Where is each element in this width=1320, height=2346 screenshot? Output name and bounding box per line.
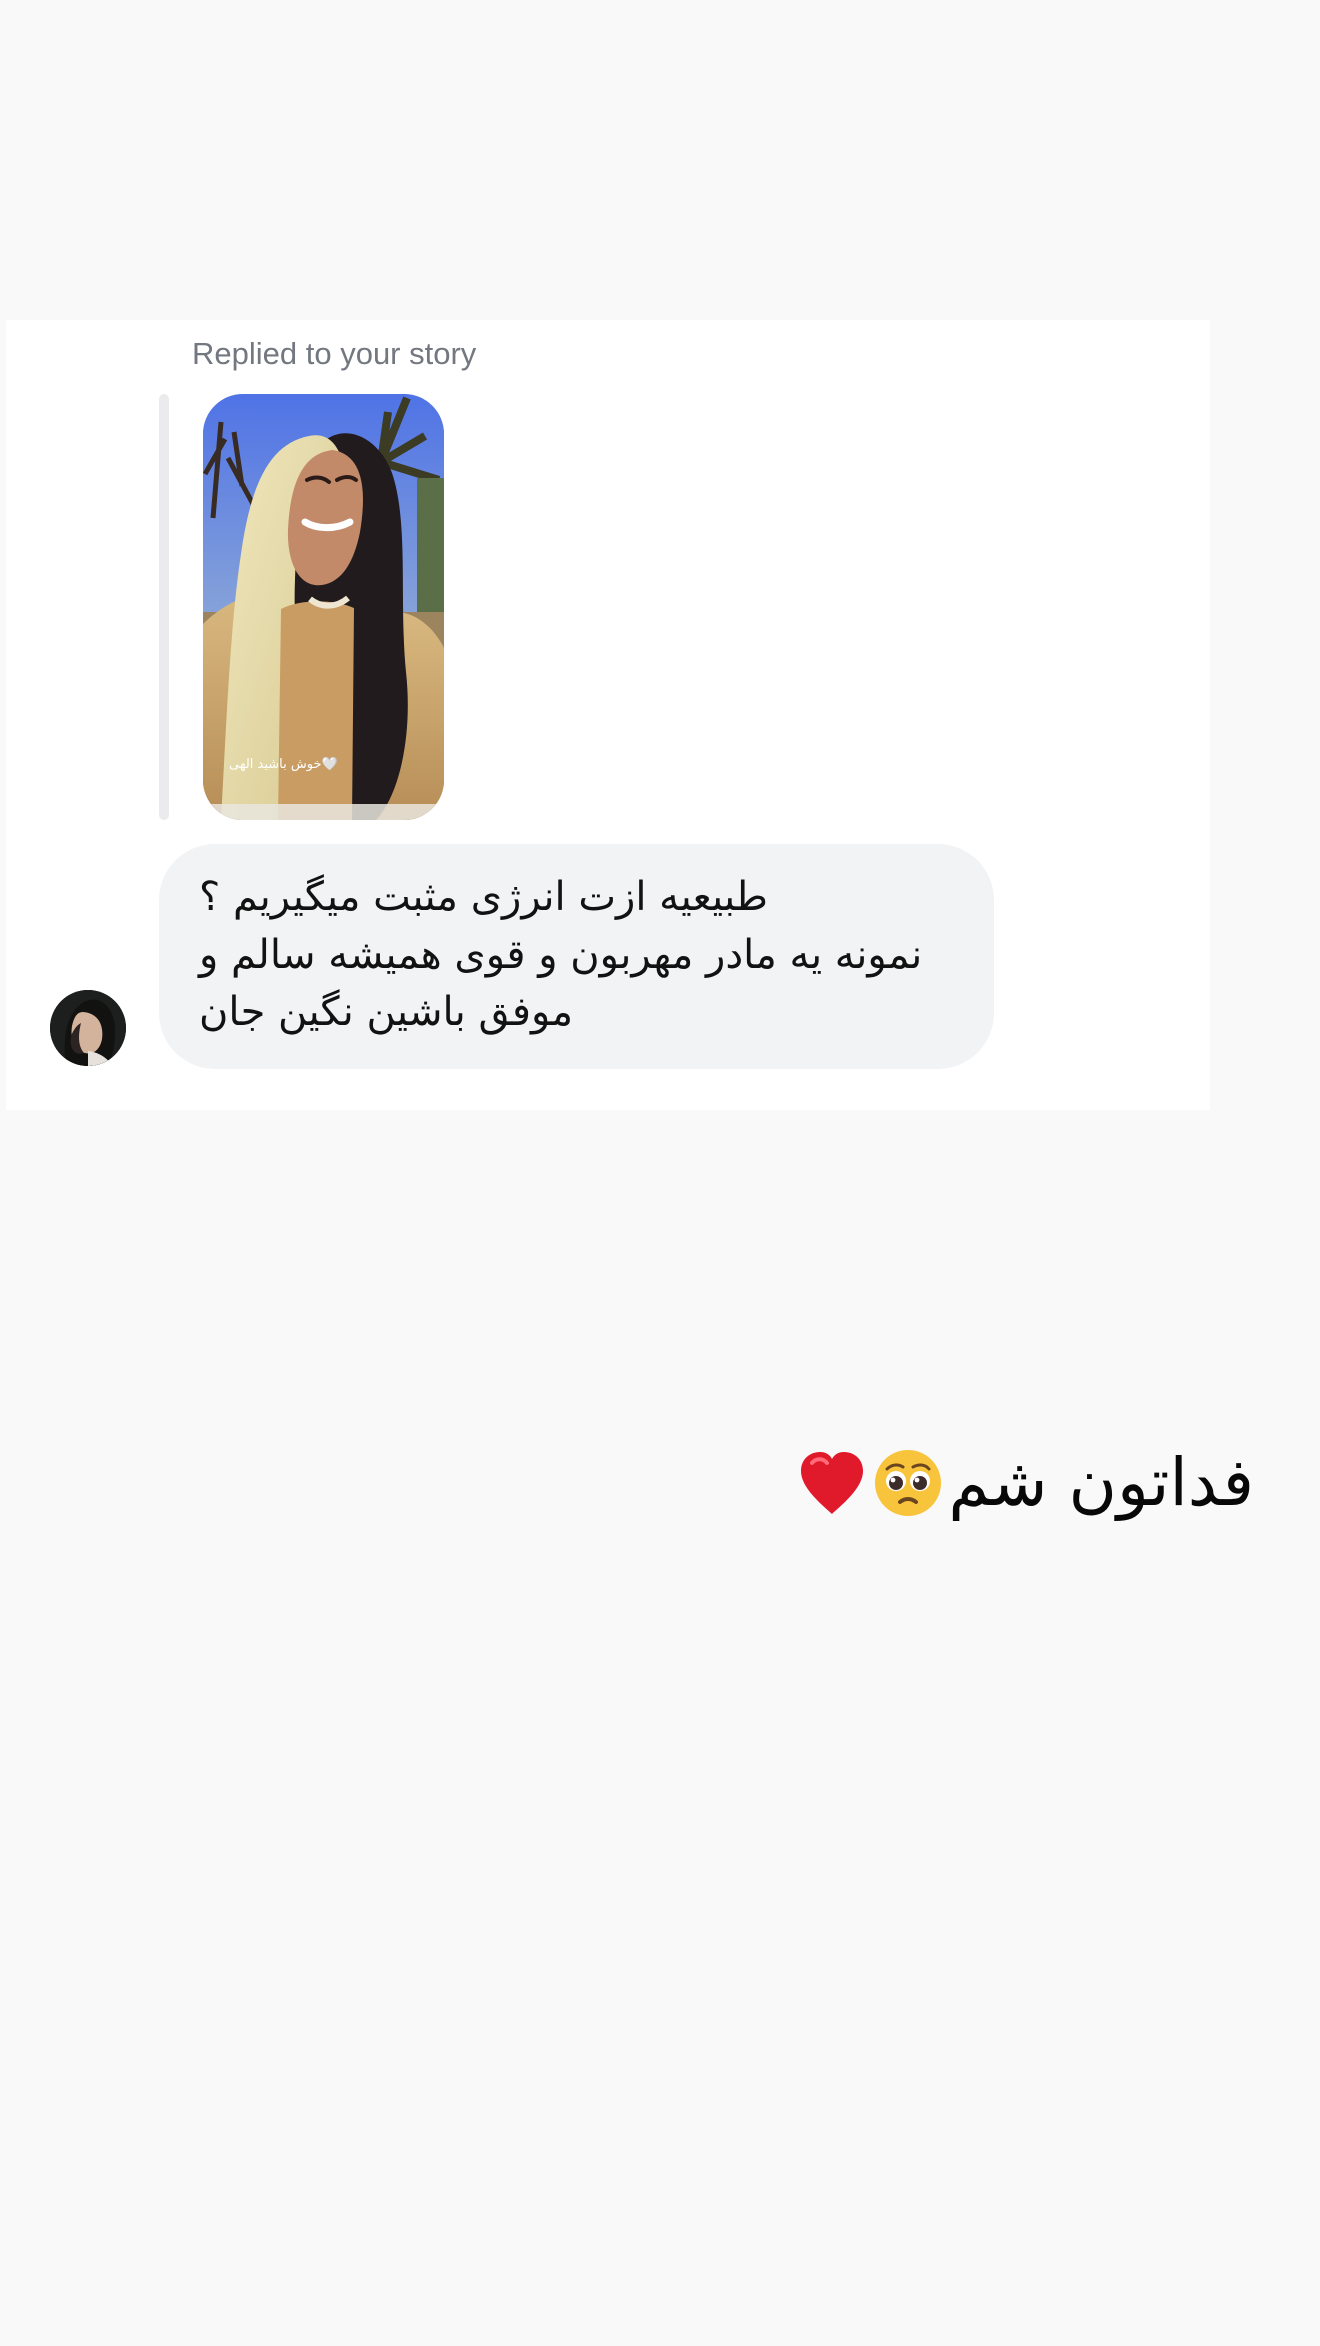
story-quote-bar — [159, 394, 169, 820]
message-line: موفق باشین نگین جان — [199, 989, 574, 1035]
pleading-face-icon — [872, 1447, 944, 1519]
message-line: طبیعیه ازت انرژی مثبت میگیریم ؟ — [199, 874, 768, 920]
outgoing-message-text: فداتون شم — [948, 1444, 1254, 1521]
outgoing-message[interactable]: فداتون شم — [796, 1438, 1254, 1528]
red-heart-icon — [796, 1447, 868, 1519]
avatar[interactable] — [50, 990, 126, 1066]
message-thread-card: Replied to your story خوش باشید الهی🤍 طب… — [6, 320, 1210, 1110]
story-thumbnail[interactable]: خوش باشید الهی🤍 — [203, 394, 444, 820]
story-reply-label: Replied to your story — [192, 336, 477, 371]
incoming-message-bubble[interactable]: طبیعیه ازت انرژی مثبت میگیریم ؟ نمونه یه… — [159, 844, 994, 1069]
story-caption: خوش باشید الهی🤍 — [229, 757, 338, 772]
message-line: نمونه یه مادر مهربون و قوی همیشه سالم و — [199, 932, 923, 978]
